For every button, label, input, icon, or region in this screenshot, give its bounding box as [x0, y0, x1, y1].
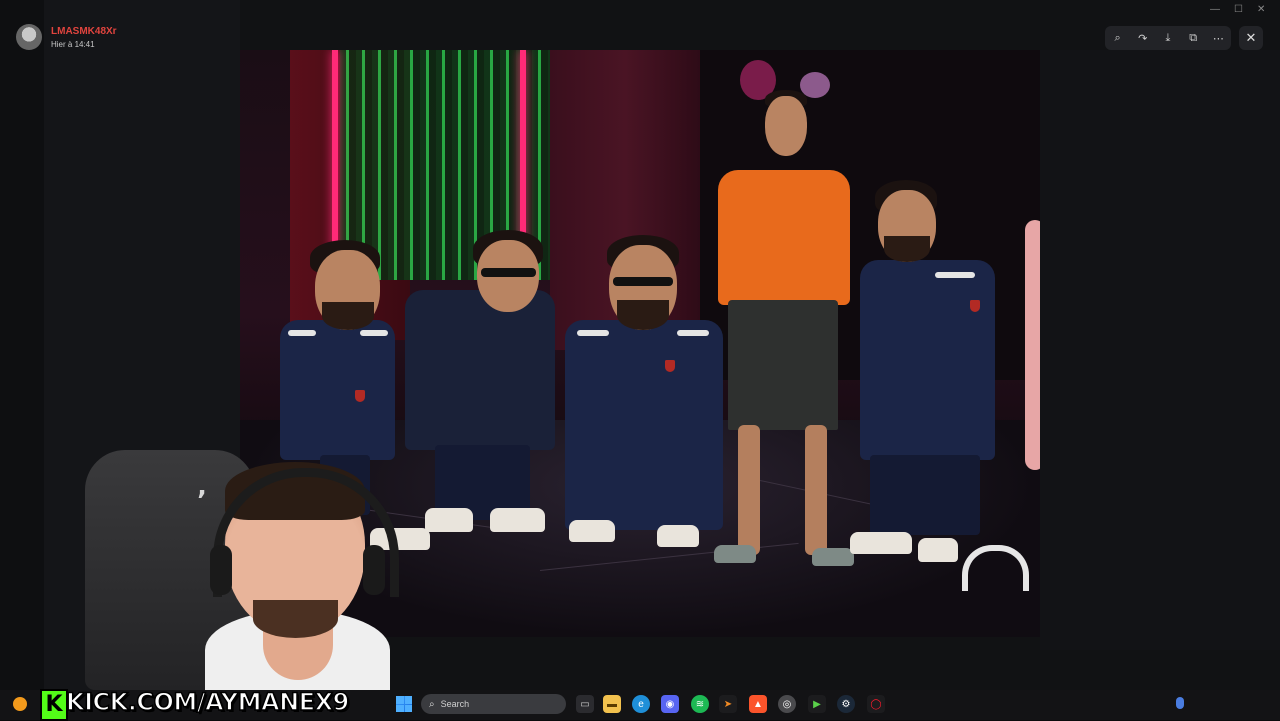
- epaulet: [577, 330, 609, 336]
- sneaker: [918, 538, 958, 562]
- sneaker: [657, 525, 699, 547]
- arrow-app-icon[interactable]: ➤: [719, 695, 737, 713]
- kick-channel-url: KICK.COM/AYMANEX9: [65, 687, 350, 717]
- leg: [805, 425, 827, 555]
- window-close-icon[interactable]: ✕: [1257, 4, 1265, 15]
- more-icon[interactable]: ⋯: [1209, 29, 1227, 47]
- search-icon: ⌕: [429, 698, 435, 710]
- uniform: [280, 320, 395, 460]
- uniform: [405, 290, 555, 450]
- weather-icon[interactable]: [13, 697, 27, 711]
- task-view-icon[interactable]: ▭: [576, 695, 594, 713]
- badge: [355, 390, 365, 402]
- brave-icon[interactable]: ▲: [749, 695, 767, 713]
- epaulet: [935, 272, 975, 278]
- download-icon[interactable]: ⤓: [1159, 29, 1177, 47]
- discord-icon[interactable]: ◉: [661, 695, 679, 713]
- taskbar-search[interactable]: ⌕ Search: [421, 694, 566, 714]
- game-launcher-icon[interactable]: ▶: [808, 695, 826, 713]
- steam-icon[interactable]: ⚙: [837, 695, 855, 713]
- edge-icon[interactable]: e: [632, 695, 650, 713]
- uniform: [860, 260, 995, 460]
- folder-icon[interactable]: ▬: [603, 695, 621, 713]
- person-partial-edge: [1025, 220, 1040, 470]
- minimize-icon[interactable]: —: [1210, 4, 1220, 15]
- headphones-earcup: [210, 545, 232, 595]
- epaulet: [288, 330, 316, 336]
- author-name[interactable]: LMASMK48Xr: [51, 26, 117, 37]
- close-icon: ✕: [1245, 30, 1257, 45]
- close-viewer-button[interactable]: ✕: [1239, 26, 1263, 50]
- zoom-icon[interactable]: ⌕: [1109, 29, 1127, 47]
- viewer-toolbar: ⌕ ↷ ⤓ ⧉ ⋯: [1105, 26, 1231, 50]
- beard: [322, 302, 374, 330]
- webcam-overlay: ʼ: [85, 450, 399, 690]
- streamer-beard: [253, 600, 338, 638]
- maximize-icon[interactable]: ☐: [1234, 4, 1243, 15]
- open-external-icon[interactable]: ⧉: [1184, 29, 1202, 47]
- opera-icon[interactable]: ◯: [867, 695, 885, 713]
- black-skirt: [728, 300, 838, 430]
- slide-sandal: [714, 545, 756, 563]
- sunglasses: [613, 277, 673, 286]
- windows-start-icon[interactable]: [396, 696, 412, 712]
- message-timestamp: Hier à 14:41: [51, 40, 95, 49]
- orange-polo: [718, 170, 850, 305]
- chrome-icon[interactable]: ◎: [778, 695, 796, 713]
- window-controls: — ☐ ✕: [1210, 4, 1265, 15]
- search-placeholder: Search: [440, 699, 470, 709]
- badge: [970, 300, 980, 312]
- spotify-icon[interactable]: ≋: [691, 695, 709, 713]
- sneaker: [850, 532, 912, 554]
- badge: [665, 360, 675, 372]
- pants: [870, 455, 980, 535]
- kick-logo-icon: K: [40, 689, 68, 721]
- sneaker: [569, 520, 615, 542]
- head: [765, 96, 807, 156]
- leg: [738, 425, 760, 555]
- epaulet: [677, 330, 709, 336]
- author-avatar[interactable]: [16, 24, 42, 50]
- forward-icon[interactable]: ↷: [1134, 29, 1152, 47]
- microphone-icon[interactable]: [1176, 697, 1184, 709]
- slide-sandal: [812, 548, 854, 566]
- member-list: [1040, 50, 1280, 650]
- headset-prop: [962, 545, 1029, 591]
- sneaker: [425, 508, 473, 532]
- uniform: [565, 320, 723, 530]
- headphones-earcup: [363, 545, 385, 595]
- epaulet: [360, 330, 388, 336]
- sneaker: [490, 508, 545, 532]
- chair-logo: ʼ: [197, 486, 207, 516]
- server-rail: [0, 0, 44, 720]
- sunglasses: [481, 268, 536, 277]
- beard: [617, 300, 669, 330]
- beard: [884, 236, 930, 262]
